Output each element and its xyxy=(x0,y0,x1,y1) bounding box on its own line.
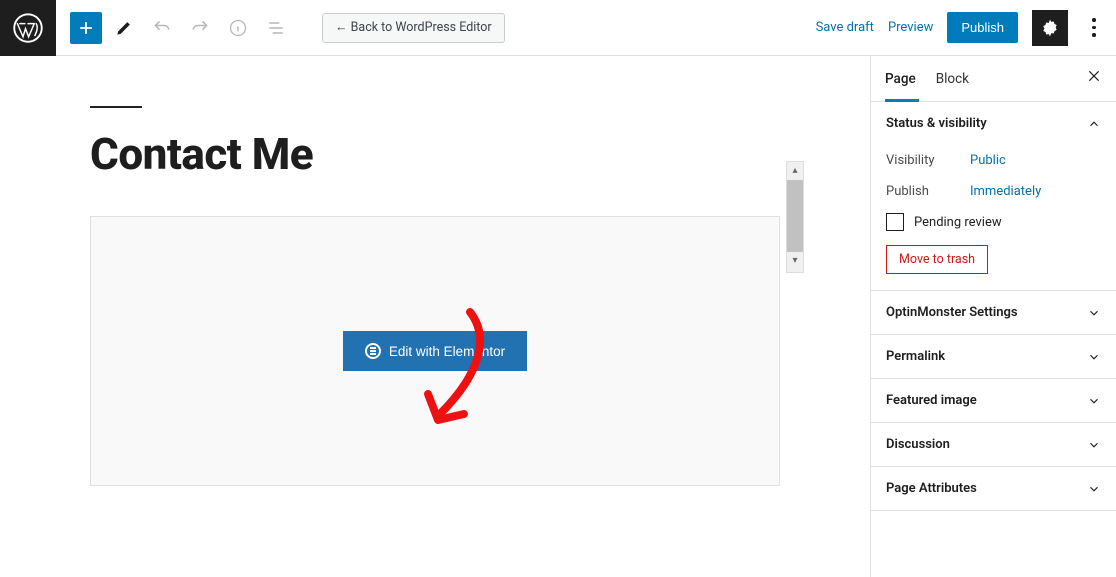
tab-block[interactable]: Block xyxy=(936,57,969,101)
chevron-down-icon xyxy=(1087,482,1101,496)
panel-head-optinmonster[interactable]: OptinMonster Settings xyxy=(871,291,1116,334)
chevron-down-icon xyxy=(1087,438,1101,452)
outline-button[interactable] xyxy=(260,12,292,44)
panel-title: OptinMonster Settings xyxy=(886,305,1018,320)
sidebar-tabs: Page Block xyxy=(871,56,1116,102)
toolbar-left: ← Back to WordPress Editor xyxy=(56,12,505,44)
checkbox-icon xyxy=(886,213,904,231)
info-icon xyxy=(228,18,248,38)
plus-icon xyxy=(76,18,96,38)
elementor-button-label: Edit with Elementor xyxy=(389,344,505,359)
panel-title: Permalink xyxy=(886,349,945,364)
panel-discussion: Discussion xyxy=(871,423,1116,467)
pencil-icon xyxy=(114,18,134,38)
elementor-frame: Edit with Elementor xyxy=(90,216,780,486)
panel-title: Status & visibility xyxy=(886,116,987,131)
scroll-up-icon: ▴ xyxy=(787,162,803,180)
row-publish: Publish Immediately xyxy=(886,176,1101,207)
scroll-thumb[interactable] xyxy=(787,180,803,252)
editor-topbar: ← Back to WordPress Editor Save draft Pr… xyxy=(0,0,1116,56)
add-block-button[interactable] xyxy=(70,12,102,44)
panel-title: Page Attributes xyxy=(886,481,977,496)
tab-page[interactable]: Page xyxy=(885,57,916,101)
publish-value[interactable]: Immediately xyxy=(970,184,1041,199)
publish-label: Publish xyxy=(886,184,970,199)
editor-canvas: Contact Me Edit with Elementor ▴ ▾ xyxy=(0,56,870,577)
chevron-down-icon xyxy=(1087,394,1101,408)
wordpress-icon xyxy=(13,13,43,43)
info-button[interactable] xyxy=(222,12,254,44)
panel-head-featured-image[interactable]: Featured image xyxy=(871,379,1116,422)
pending-review-checkbox[interactable]: Pending review xyxy=(886,207,1101,245)
preview-link[interactable]: Preview xyxy=(888,20,933,35)
title-rule xyxy=(90,106,142,108)
toolbar-right: Save draft Preview Publish xyxy=(816,10,1116,46)
wordpress-logo[interactable] xyxy=(0,0,56,56)
undo-icon xyxy=(152,18,172,38)
settings-sidebar: Page Block Status & visibility Visibilit… xyxy=(870,56,1116,577)
close-sidebar-button[interactable] xyxy=(1086,68,1102,89)
list-outline-icon xyxy=(266,18,286,38)
panel-featured-image: Featured image xyxy=(871,379,1116,423)
edit-mode-button[interactable] xyxy=(108,12,140,44)
visibility-value[interactable]: Public xyxy=(970,153,1006,168)
redo-button[interactable] xyxy=(184,12,216,44)
panel-permalink: Permalink xyxy=(871,335,1116,379)
edit-with-elementor-button[interactable]: Edit with Elementor xyxy=(343,331,527,371)
row-visibility: Visibility Public xyxy=(886,145,1101,176)
redo-icon xyxy=(190,18,210,38)
more-menu-button[interactable] xyxy=(1082,18,1106,37)
editor-main: Contact Me Edit with Elementor ▴ ▾ Page … xyxy=(0,56,1116,577)
panel-head-permalink[interactable]: Permalink xyxy=(871,335,1116,378)
panel-page-attributes: Page Attributes xyxy=(871,467,1116,511)
chevron-up-icon xyxy=(1087,117,1101,131)
publish-button[interactable]: Publish xyxy=(947,12,1018,43)
panel-status-visibility: Status & visibility Visibility Public Pu… xyxy=(871,102,1116,291)
chevron-down-icon xyxy=(1087,350,1101,364)
move-to-trash-button[interactable]: Move to trash xyxy=(886,245,988,274)
panel-title: Discussion xyxy=(886,437,950,452)
scroll-down-icon: ▾ xyxy=(787,252,803,270)
panel-head-page-attributes[interactable]: Page Attributes xyxy=(871,467,1116,510)
settings-toggle-button[interactable] xyxy=(1032,10,1068,46)
visibility-label: Visibility xyxy=(886,153,970,168)
panel-head-status[interactable]: Status & visibility xyxy=(871,102,1116,145)
panel-head-discussion[interactable]: Discussion xyxy=(871,423,1116,466)
page-title[interactable]: Contact Me xyxy=(90,128,780,180)
save-draft-link[interactable]: Save draft xyxy=(816,20,874,35)
elementor-icon xyxy=(365,343,381,359)
canvas-scrollbar[interactable]: ▴ ▾ xyxy=(786,161,804,273)
gear-icon xyxy=(1040,18,1060,38)
back-to-wordpress-button[interactable]: ← Back to WordPress Editor xyxy=(322,13,505,43)
close-icon xyxy=(1086,68,1102,84)
panel-optinmonster: OptinMonster Settings xyxy=(871,291,1116,335)
panel-body-status: Visibility Public Publish Immediately Pe… xyxy=(871,145,1116,290)
kebab-dot-icon xyxy=(1092,33,1096,37)
kebab-dot-icon xyxy=(1092,26,1096,30)
chevron-down-icon xyxy=(1087,306,1101,320)
panel-title: Featured image xyxy=(886,393,977,408)
kebab-dot-icon xyxy=(1092,18,1096,22)
undo-button[interactable] xyxy=(146,12,178,44)
pending-review-label: Pending review xyxy=(914,215,1002,230)
